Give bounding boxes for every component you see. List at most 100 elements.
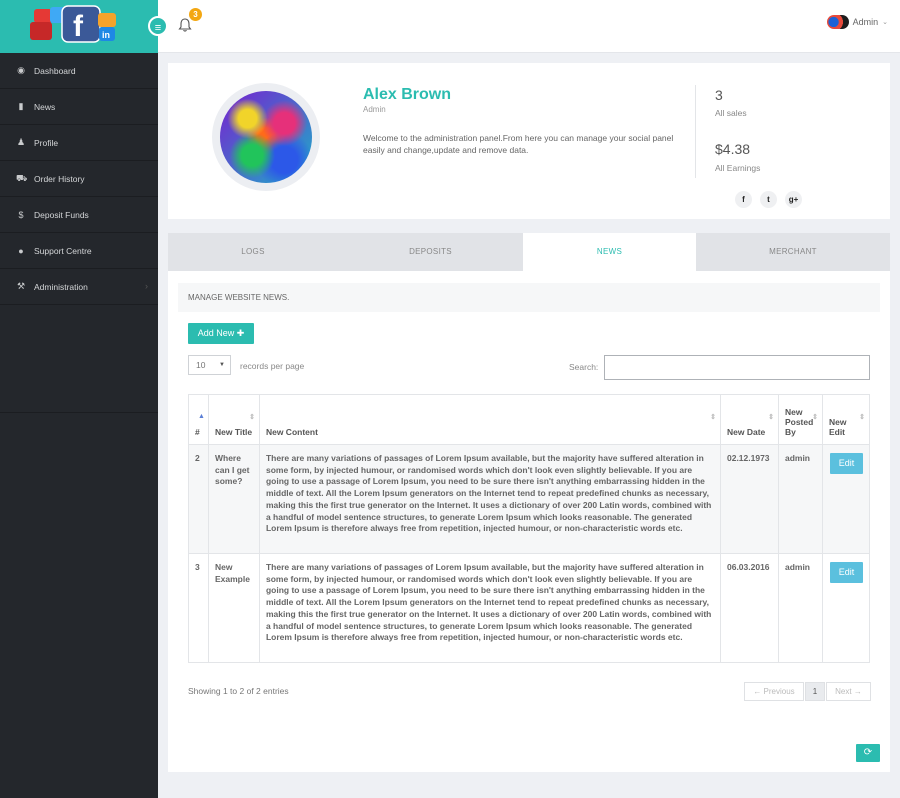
dashboard-icon: ◉	[17, 65, 25, 75]
column-header-date[interactable]: ⇕ New Date	[719, 394, 779, 445]
sales-label: All sales	[715, 108, 747, 118]
twitter-icon[interactable]: t	[760, 191, 777, 208]
google-plus-icon[interactable]: g+	[785, 191, 802, 208]
chat-icon: ●	[18, 245, 24, 256]
tab-merchant[interactable]: MERCHANT	[696, 233, 890, 271]
edit-button[interactable]: Edit	[829, 562, 863, 583]
sort-icon: ⇕	[710, 414, 716, 421]
chevron-right-icon: ›	[145, 281, 148, 291]
panel-heading: MANAGE WEBSITE NEWS.	[178, 283, 880, 312]
chevron-down-icon: ⌄	[882, 19, 888, 26]
sidebar-item-deposit-funds[interactable]: $ Deposit Funds	[0, 197, 158, 233]
column-header-title[interactable]: ⇕ New Title	[207, 394, 260, 445]
row-date: 06.03.2016	[719, 553, 779, 663]
column-header-edit[interactable]: ⇕ New Edit	[821, 394, 871, 445]
user-menu[interactable]: Admin ⌄	[826, 12, 888, 32]
sort-icon: ⇕	[859, 414, 865, 421]
records-per-page-label: records per page	[240, 361, 305, 371]
user-icon: ♟	[16, 137, 26, 147]
sidebar: ◉ Dashboard ▮ News ♟ Profile ⛟ Order His…	[0, 53, 158, 798]
row-edit-cell: Edit	[821, 444, 871, 554]
gavel-icon: ⚒	[16, 281, 26, 291]
sort-asc-icon: ▲	[198, 413, 205, 420]
tab-deposits[interactable]: DEPOSITS	[338, 233, 523, 271]
sidebar-item-label: Deposit Funds	[34, 209, 89, 220]
previous-page-button[interactable]: ← Previous	[744, 682, 804, 701]
row-content: There are many variations of passages of…	[258, 553, 721, 663]
sort-icon: ⇕	[812, 414, 818, 421]
search-label: Search:	[569, 362, 599, 372]
sort-icon: ⇕	[249, 414, 255, 421]
refresh-button[interactable]: ⟳	[856, 744, 880, 762]
hamburger-icon: ≡	[154, 22, 162, 34]
menu-toggle-button[interactable]: ≡	[148, 16, 168, 36]
profile-card: Alex Brown Admin Welcome to the administ…	[168, 63, 890, 219]
sort-icon: ⇕	[768, 414, 774, 421]
row-id: 2	[188, 444, 209, 554]
user-menu-label: Admin	[852, 17, 879, 27]
search-input[interactable]	[604, 355, 870, 380]
facebook-icon[interactable]: f	[735, 191, 752, 208]
row-content: There are many variations of passages of…	[258, 444, 721, 554]
add-news-button[interactable]: Add New ✚	[188, 323, 254, 344]
row-title: Where can I get some?	[207, 444, 260, 554]
table-row: 2 Where can I get some? There are many v…	[188, 444, 871, 554]
svg-text:in: in	[102, 30, 110, 40]
sidebar-item-label: Administration	[34, 281, 88, 292]
profile-role: Admin	[363, 105, 386, 114]
sidebar-item-dashboard[interactable]: ◉ Dashboard	[0, 53, 158, 89]
sidebar-item-news[interactable]: ▮ News	[0, 89, 158, 125]
news-panel: MANAGE WEBSITE NEWS. Add New ✚ 10 ▼ reco…	[168, 271, 890, 772]
tab-logs[interactable]: LOGS	[168, 233, 338, 271]
earnings-value: $4.38	[715, 141, 751, 157]
svg-text:f: f	[73, 10, 84, 43]
caret-down-icon: ▼	[219, 362, 225, 368]
sidebar-item-label: Profile	[34, 137, 59, 148]
brand-logo[interactable]: f in	[0, 0, 158, 53]
sidebar-item-order-history[interactable]: ⛟ Order History	[0, 161, 158, 197]
row-posted-by: admin	[777, 444, 823, 554]
profile-avatar-ring	[212, 83, 320, 191]
page-length-select[interactable]: 10 ▼	[188, 355, 231, 375]
news-table: ▲ # ⇕ New Title ⇕ New Content ⇕ New Date ⇕ Ne…	[188, 394, 871, 663]
table-info: Showing 1 to 2 of 2 entries	[188, 686, 289, 696]
social-links: f t g+	[735, 191, 802, 208]
profile-name: Alex Brown	[363, 86, 452, 103]
notification-badge: 3	[189, 8, 202, 21]
row-title: New Example	[207, 553, 260, 663]
row-date: 02.12.1973	[719, 444, 779, 554]
sidebar-item-administration[interactable]: ⚒ Administration ›	[0, 269, 158, 305]
page-length-value: 10	[196, 360, 206, 370]
welcome-text: Welcome to the administration panel.From…	[363, 133, 674, 155]
next-page-button[interactable]: Next →	[826, 682, 871, 701]
sidebar-item-label: Order History	[34, 173, 85, 184]
row-id: 3	[188, 553, 209, 663]
profile-avatar	[220, 91, 312, 183]
column-header-content[interactable]: ⇕ New Content	[258, 394, 721, 445]
cart-icon: ⛟	[16, 172, 28, 183]
row-posted-by: admin	[777, 553, 823, 663]
bookmark-icon: ▮	[18, 101, 24, 111]
divider	[695, 85, 696, 178]
sidebar-spacer	[0, 305, 158, 413]
sidebar-item-support-centre[interactable]: ● Support Centre	[0, 233, 158, 269]
table-row: 3 New Example There are many variations …	[188, 553, 871, 663]
pagination: ← Previous 1 Next →	[744, 682, 871, 701]
dollar-icon: $	[18, 209, 24, 220]
column-header-posted-by[interactable]: ⇕ New Posted By	[777, 394, 823, 445]
sidebar-item-label: Support Centre	[34, 245, 92, 256]
tab-bar: LOGS DEPOSITS NEWS MERCHANT	[168, 233, 890, 271]
page-button-current[interactable]: 1	[805, 682, 825, 701]
avatar	[826, 15, 849, 29]
sidebar-item-label: Dashboard	[34, 65, 76, 76]
edit-button[interactable]: Edit	[829, 453, 863, 474]
column-header-id[interactable]: ▲ #	[188, 394, 209, 445]
row-edit-cell: Edit	[821, 553, 871, 663]
sidebar-item-profile[interactable]: ♟ Profile	[0, 125, 158, 161]
tab-news[interactable]: NEWS	[523, 233, 696, 271]
sidebar-item-label: News	[34, 101, 56, 112]
earnings-label: All Earnings	[715, 163, 761, 173]
refresh-icon: ⟳	[863, 747, 873, 758]
table-header-row: ▲ # ⇕ New Title ⇕ New Content ⇕ New Date ⇕ Ne…	[188, 394, 871, 445]
top-bar: f in ≡ 3 Admin ⌄	[0, 0, 900, 53]
